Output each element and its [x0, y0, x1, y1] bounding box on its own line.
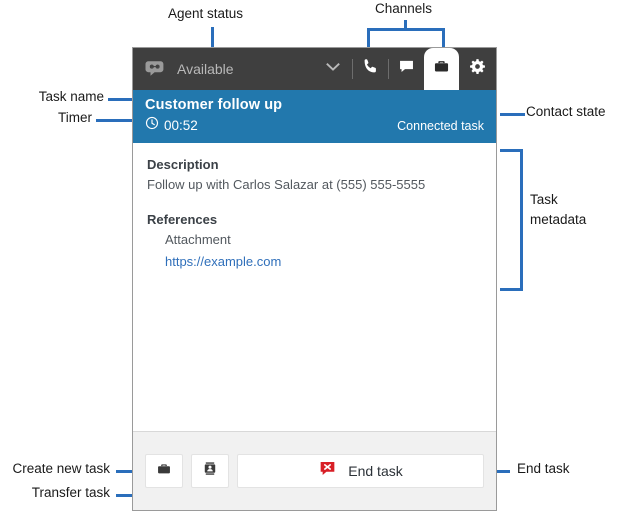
create-new-task-button[interactable] [145, 454, 183, 488]
chat-bubble-icon [397, 57, 416, 81]
reference-item-attachment: Attachment [165, 232, 482, 247]
task-name-label: Customer follow up [145, 97, 484, 113]
clock-icon [145, 116, 159, 135]
annotation-transfer-task: Transfer task [0, 486, 110, 501]
briefcase-icon [432, 57, 451, 81]
leader-channels-bracket-right [442, 28, 445, 49]
chevron-down-icon [324, 58, 342, 81]
timer-value: 00:52 [164, 118, 198, 133]
channel-tab-chat[interactable] [389, 48, 424, 90]
leader-metadata-bracket-right [520, 149, 523, 291]
agent-status-control[interactable]: Available [133, 48, 314, 90]
annotation-end-task: End task [517, 462, 570, 477]
phone-icon [361, 57, 380, 81]
gear-icon [468, 57, 487, 81]
leader-agent-status [211, 27, 214, 49]
annotation-timer: Timer [52, 111, 92, 126]
settings-button[interactable] [459, 48, 496, 90]
end-contact-icon [318, 459, 337, 483]
annotation-channels: Channels [375, 2, 432, 17]
description-value: Follow up with Carlos Salazar at (555) 5… [147, 177, 482, 192]
ccp-header: Available [133, 48, 496, 90]
leader-timer [96, 119, 136, 122]
contact-banner-row: 00:52 Connected task [145, 116, 484, 135]
annotation-task-metadata-line2: metadata [530, 210, 586, 230]
ccp-panel: Available [132, 47, 497, 511]
annotation-contact-state: Contact state [526, 105, 606, 120]
briefcase-icon [155, 460, 173, 483]
channel-tab-task[interactable] [424, 48, 459, 90]
amazon-connect-logo-icon [142, 56, 168, 82]
annotation-agent-status: Agent status [168, 7, 243, 22]
channel-tabs [352, 48, 459, 90]
annotation-task-name: Task name [34, 90, 104, 105]
timer: 00:52 [145, 116, 198, 135]
end-task-label: End task [348, 463, 402, 479]
contact-banner[interactable]: Customer follow up 00:52 Connected task [133, 90, 496, 143]
leader-channels-bracket-left [367, 28, 370, 49]
task-metadata-section: Description Follow up with Carlos Salaza… [133, 143, 496, 431]
leader-channels-stem [404, 20, 407, 29]
annotation-task-metadata: Task metadata [530, 190, 586, 229]
description-label: Description [147, 157, 482, 172]
contact-state-label: Connected task [397, 119, 484, 133]
annotation-task-metadata-line1: Task [530, 190, 586, 210]
agent-status-dropdown-button[interactable] [314, 48, 352, 90]
leader-metadata-bracket-bottom [500, 288, 523, 291]
agent-status-label: Available [177, 61, 234, 77]
leader-contact-state [500, 113, 525, 116]
annotation-create-new-task: Create new task [0, 462, 110, 477]
transfer-task-button[interactable] [191, 454, 229, 488]
reference-item-link[interactable]: https://example.com [165, 254, 281, 269]
end-task-button[interactable]: End task [237, 454, 484, 488]
contact-card-icon [201, 460, 219, 483]
ccp-footer: End task [133, 431, 496, 510]
channel-tab-voice[interactable] [353, 48, 388, 90]
references-label: References [147, 212, 482, 227]
